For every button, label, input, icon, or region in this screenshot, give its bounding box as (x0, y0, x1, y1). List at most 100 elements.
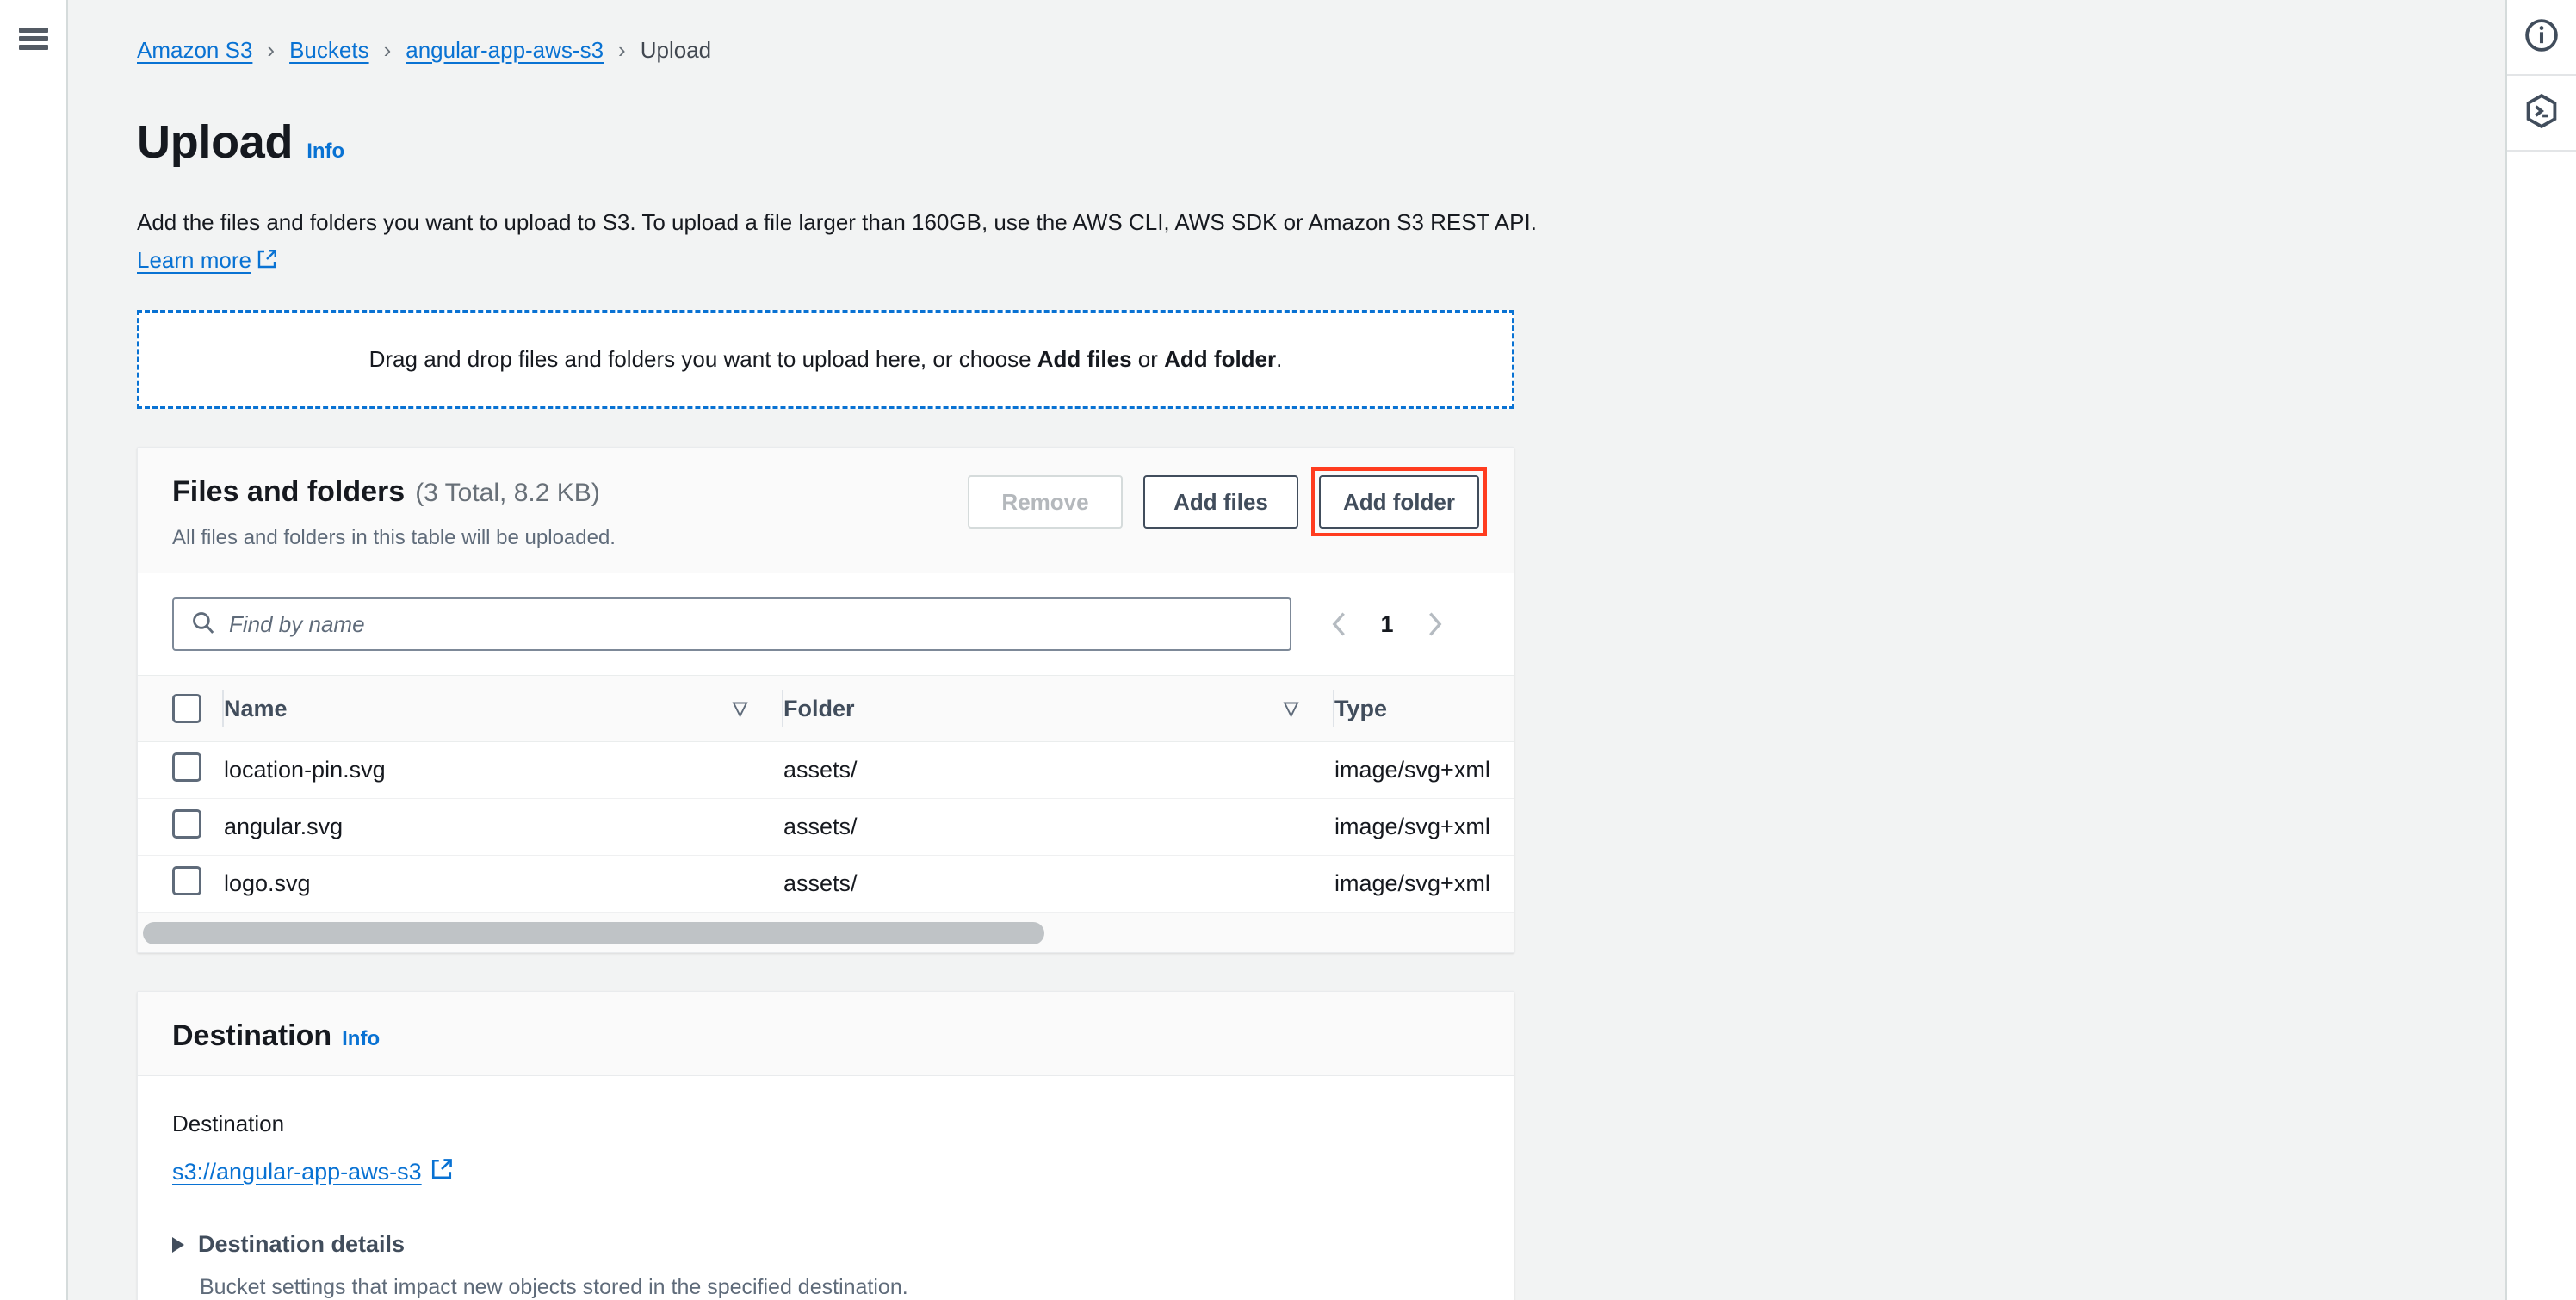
select-all-header (138, 675, 224, 742)
page-info-link[interactable]: Info (307, 139, 344, 164)
add-folder-highlight: Add folder (1311, 467, 1487, 536)
row-checkbox[interactable] (172, 866, 201, 895)
row-type-cell: image/svg+xml (1334, 855, 1514, 913)
page-description-text: Add the files and folders you want to up… (137, 209, 1537, 235)
destination-card-body: Destination s3://angular-app-aws-s3 Dest… (138, 1076, 1514, 1300)
row-select-cell (138, 798, 224, 856)
destination-bucket-link-label: s3://angular-app-aws-s3 (172, 1159, 422, 1185)
table-row[interactable]: logo.svg assets/ image/svg+xml (138, 855, 1514, 913)
files-card-counter: (3 Total, 8.2 KB) (415, 479, 600, 507)
external-link-icon (430, 1158, 453, 1186)
dropzone-text-before: Drag and drop files and folders you want… (368, 346, 1037, 372)
row-checkbox[interactable] (172, 752, 201, 782)
remove-button[interactable]: Remove (968, 475, 1123, 529)
files-card-subtitle: All files and folders in this table will… (172, 526, 616, 549)
breadcrumb-separator: › (267, 36, 276, 63)
files-and-folders-card: Files and folders (3 Total, 8.2 KB) All … (137, 447, 1514, 953)
files-table: Name ▽ Folder ▽ Type location-pin.svg as… (138, 675, 1514, 913)
chevron-right-icon[interactable] (1419, 605, 1450, 643)
scrollbar-thumb[interactable] (143, 921, 1044, 944)
table-toolbar: 1 (138, 573, 1514, 675)
column-header-name[interactable]: Name ▽ (224, 675, 783, 742)
search-icon (191, 610, 215, 639)
table-row[interactable]: angular.svg assets/ image/svg+xml (138, 798, 1514, 856)
table-pagination: 1 (1324, 605, 1479, 643)
files-table-body: location-pin.svg assets/ image/svg+xml a… (138, 741, 1514, 913)
chevron-left-icon[interactable] (1324, 605, 1355, 643)
column-header-folder-label: Folder (783, 695, 855, 721)
sort-descending-icon[interactable]: ▽ (733, 697, 747, 720)
learn-more-link[interactable]: Learn more (137, 247, 251, 273)
cloudshell-hexagon-icon (2523, 92, 2561, 134)
column-header-type[interactable]: Type (1334, 675, 1514, 742)
dropzone-text: Drag and drop files and folders you want… (369, 346, 1283, 373)
row-folder-cell: assets/ (783, 798, 1334, 856)
row-select-cell (138, 855, 224, 913)
main-content-area: Amazon S3 › Buckets › angular-app-aws-s3… (68, 0, 2505, 1300)
pagination-page-number[interactable]: 1 (1378, 611, 1396, 638)
destination-info-link[interactable]: Info (342, 1027, 380, 1051)
row-checkbox[interactable] (172, 809, 201, 839)
destination-card: Destination Info Destination s3://angula… (137, 991, 1514, 1300)
page-title: Upload (137, 116, 294, 168)
info-panel-button[interactable] (2507, 0, 2576, 76)
destination-details-toggle[interactable]: Destination details (172, 1231, 1479, 1258)
select-all-checkbox[interactable] (172, 694, 201, 723)
search-box[interactable] (172, 597, 1291, 651)
row-folder-cell: assets/ (783, 741, 1334, 799)
info-circle-icon (2523, 16, 2561, 59)
dropzone-add-files-emphasis: Add files (1037, 346, 1132, 372)
page-root: Amazon S3 › Buckets › angular-app-aws-s3… (0, 0, 2576, 1300)
row-type-cell: image/svg+xml (1334, 741, 1514, 799)
row-type-cell: image/svg+xml (1334, 798, 1514, 856)
dropzone-text-after: . (1276, 346, 1283, 372)
destination-bucket-link[interactable]: s3://angular-app-aws-s3 (172, 1158, 453, 1186)
destination-title-group: Destination Info (172, 1019, 1479, 1053)
breadcrumb-separator: › (383, 36, 392, 63)
hamburger-menu-icon[interactable] (18, 28, 48, 50)
add-files-button[interactable]: Add files (1143, 475, 1298, 529)
dropzone-text-middle: or (1131, 346, 1165, 372)
breadcrumb-separator: › (618, 36, 626, 63)
table-row[interactable]: location-pin.svg assets/ image/svg+xml (138, 741, 1514, 799)
add-folder-button[interactable]: Add folder (1319, 475, 1479, 529)
destination-card-header: Destination Info (138, 992, 1514, 1076)
row-name-cell: angular.svg (224, 798, 783, 856)
row-folder-cell: assets/ (783, 855, 1334, 913)
files-card-actions: Remove Add files Add folder (968, 467, 1487, 536)
destination-details-description: Bucket settings that impact new objects … (200, 1275, 908, 1299)
column-header-folder[interactable]: Folder ▽ (783, 675, 1334, 742)
right-utility-rail (2505, 0, 2576, 1300)
destination-details-expander: Destination details Bucket settings that… (172, 1231, 1479, 1300)
files-table-wrapper: Name ▽ Folder ▽ Type location-pin.svg as… (138, 675, 1514, 913)
page-description: Add the files and folders you want to up… (137, 203, 1549, 281)
row-select-cell (138, 741, 224, 799)
dropzone-add-folder-emphasis: Add folder (1164, 346, 1277, 372)
left-navigation-rail (0, 0, 68, 1300)
breadcrumb-item-bucket-name[interactable]: angular-app-aws-s3 (406, 37, 604, 64)
breadcrumb-item-amazon-s3[interactable]: Amazon S3 (137, 37, 252, 64)
file-dropzone[interactable]: Drag and drop files and folders you want… (137, 310, 1514, 409)
breadcrumb-item-buckets[interactable]: Buckets (289, 37, 369, 64)
page-header: Upload Info (137, 115, 1661, 169)
destination-field-label: Destination (172, 1111, 285, 1136)
files-table-head: Name ▽ Folder ▽ Type (138, 675, 1514, 742)
breadcrumb-item-upload: Upload (640, 36, 712, 63)
cloudshell-button[interactable] (2507, 76, 2576, 152)
column-header-type-label: Type (1334, 695, 1388, 721)
external-link-icon (257, 243, 277, 281)
row-name-cell: location-pin.svg (224, 741, 783, 799)
files-card-title-group: Files and folders (3 Total, 8.2 KB) (172, 475, 616, 509)
files-card-title: Files and folders (172, 475, 406, 508)
caret-right-icon (172, 1236, 184, 1253)
table-header-row: Name ▽ Folder ▽ Type (138, 675, 1514, 742)
files-card-header: Files and folders (3 Total, 8.2 KB) All … (138, 448, 1514, 573)
search-input[interactable] (229, 610, 1273, 638)
sort-descending-icon[interactable]: ▽ (1284, 697, 1298, 720)
destination-details-title: Destination details (198, 1231, 406, 1257)
column-header-name-label: Name (224, 695, 288, 721)
row-name-cell: logo.svg (224, 855, 783, 913)
breadcrumb: Amazon S3 › Buckets › angular-app-aws-s3… (137, 33, 1661, 67)
destination-card-title: Destination (172, 1019, 332, 1052)
table-horizontal-scrollbar[interactable] (138, 913, 1514, 952)
